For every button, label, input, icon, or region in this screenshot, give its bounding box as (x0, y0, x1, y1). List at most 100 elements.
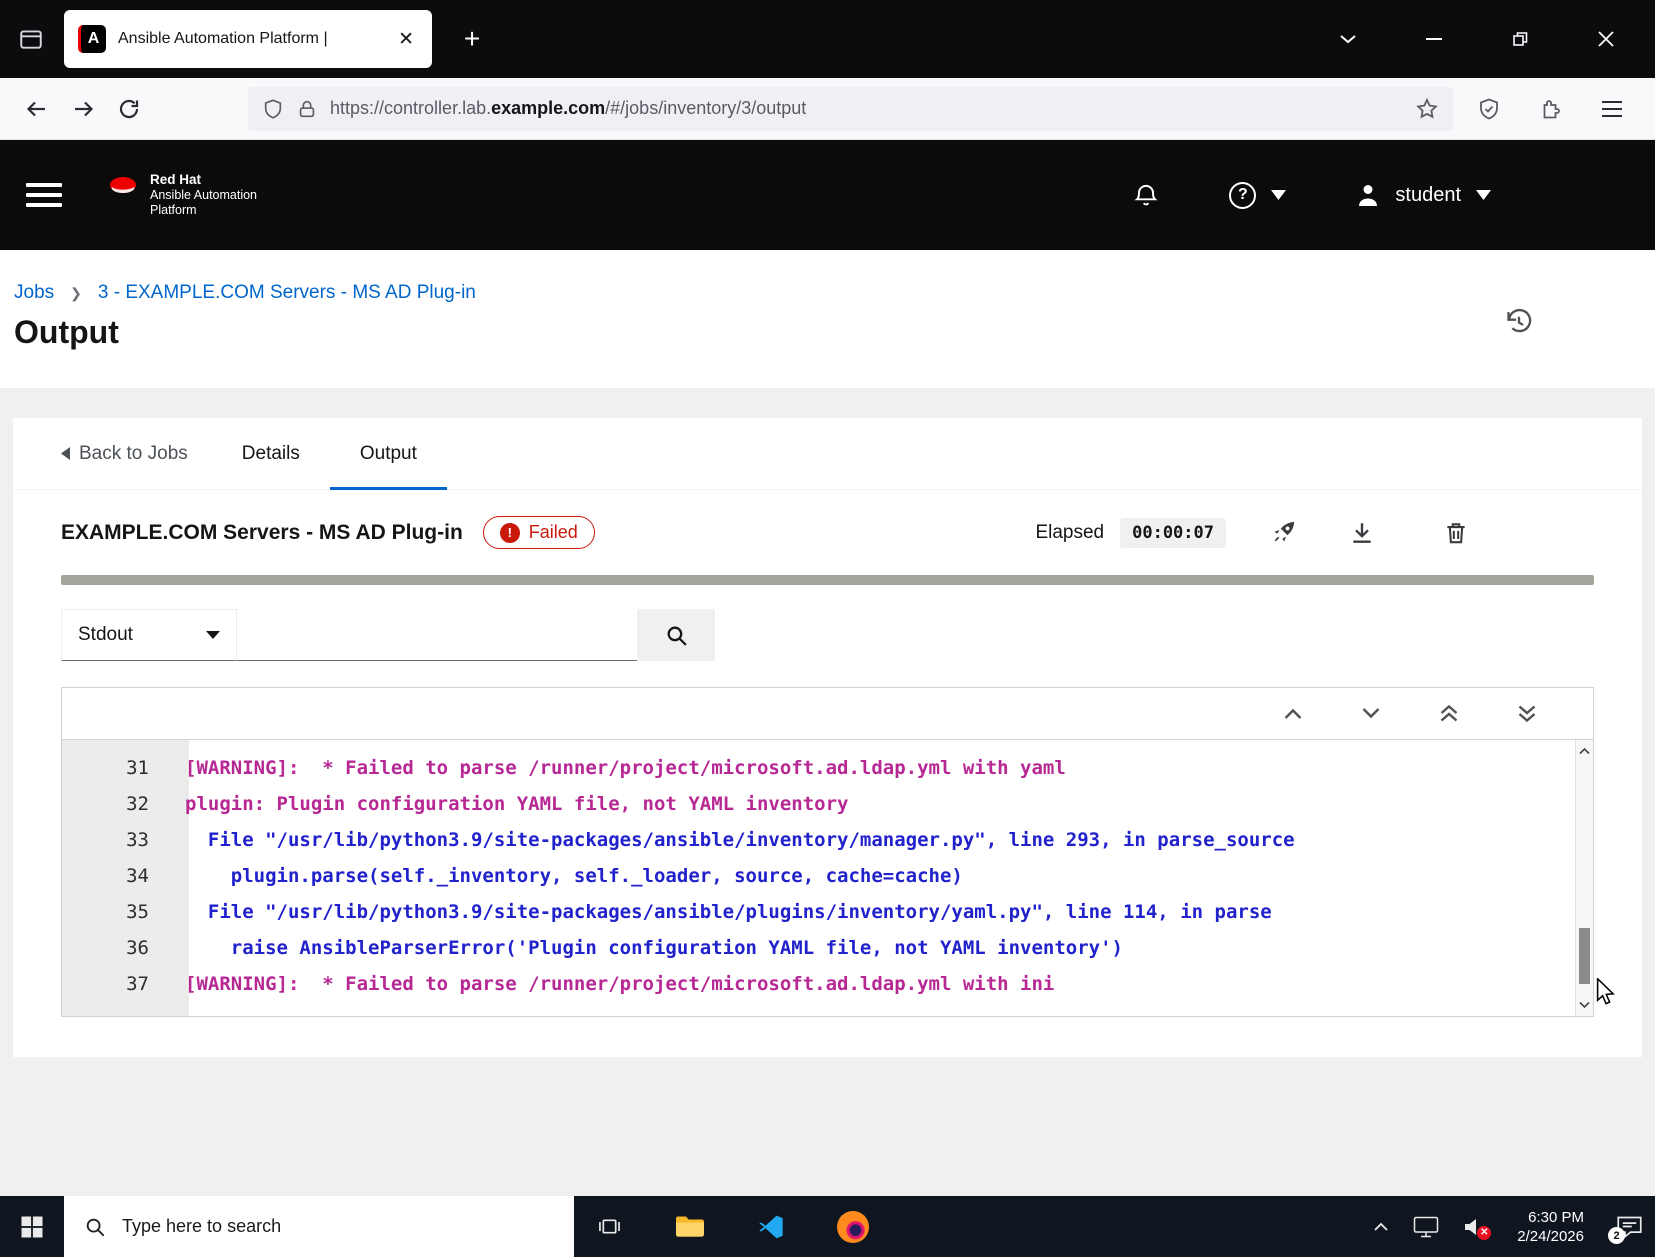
breadcrumb-separator-icon: ❯ (70, 284, 82, 301)
line-text: [WARNING]: * Failed to parse /runner/pro… (185, 973, 1055, 995)
page-title: Output (14, 314, 119, 350)
window-restore-button[interactable] (1503, 22, 1537, 56)
scroll-down-button[interactable] (1361, 707, 1381, 720)
delete-job-button[interactable] (1443, 520, 1469, 546)
history-icon (1505, 308, 1533, 336)
user-name: student (1395, 183, 1461, 206)
chevron-down-icon (1476, 190, 1491, 200)
scrollbar-down-arrow-icon[interactable] (1576, 996, 1593, 1014)
scroll-to-bottom-button[interactable] (1517, 704, 1537, 723)
taskbar-search-input[interactable] (122, 1216, 554, 1237)
help-menu[interactable]: ? (1229, 181, 1287, 209)
task-view-icon[interactable] (596, 1213, 623, 1240)
window-minimize-button[interactable] (1417, 22, 1451, 56)
back-triangle-icon (61, 447, 70, 460)
line-number: 31 (126, 757, 149, 779)
double-chevron-up-icon (1439, 704, 1459, 723)
elapsed-label: Elapsed (1035, 521, 1105, 543)
menu-hamburger-icon[interactable] (1601, 100, 1623, 118)
search-icon (664, 623, 689, 648)
nav-toggle-button[interactable] (26, 183, 62, 207)
breadcrumb-jobs-link[interactable]: Jobs (14, 282, 54, 304)
job-output-card: Back to Jobs Details Output EXAMPLE.COM … (13, 418, 1642, 1057)
tab-close-icon[interactable]: ✕ (394, 28, 418, 51)
brand-line1: Red Hat (150, 171, 202, 187)
download-output-button[interactable] (1349, 520, 1375, 546)
tab-output[interactable]: Output (329, 418, 447, 490)
line-number: 36 (126, 937, 149, 959)
browser-tab[interactable]: A Ansible Automation Platform | ✕ (64, 10, 432, 68)
restore-icon (1511, 30, 1529, 48)
history-button[interactable] (1505, 308, 1533, 336)
file-explorer-icon[interactable] (675, 1214, 705, 1239)
shield-icon[interactable] (262, 97, 284, 121)
window-close-button[interactable] (1589, 22, 1623, 56)
trash-icon (1443, 520, 1469, 546)
site-favicon-icon: A (78, 25, 106, 53)
bookmark-star-icon[interactable] (1415, 97, 1439, 121)
line-text: plugin.parse(self._inventory, self._load… (185, 865, 963, 887)
breadcrumb-job-link[interactable]: 3 - EXAMPLE.COM Servers - MS AD Plug-in (98, 282, 476, 304)
shield-check-icon[interactable] (1477, 97, 1501, 121)
network-icon[interactable] (1413, 1215, 1439, 1239)
job-progress-bar (61, 575, 1594, 585)
line-number: 33 (126, 829, 149, 851)
action-center-icon[interactable]: 2 (1608, 1214, 1643, 1244)
output-search-button[interactable] (637, 609, 715, 661)
scroll-to-top-button[interactable] (1439, 704, 1459, 723)
output-filter-select[interactable]: Stdout (61, 609, 237, 661)
taskbar-search[interactable] (64, 1196, 574, 1257)
user-menu[interactable]: student (1356, 182, 1491, 208)
volume-muted-icon[interactable]: ✕ (1463, 1217, 1492, 1240)
brand: Red Hat Ansible Automation Platform (106, 172, 257, 219)
output-log: 31 [WARNING]: * Failed to parse /runner/p… (62, 740, 1593, 1016)
url-bar[interactable]: https://controller.lab.example.com/#/job… (248, 86, 1453, 131)
user-icon (1356, 182, 1380, 208)
scrollbar-thumb[interactable] (1579, 928, 1590, 984)
output-panel: 31 [WARNING]: * Failed to parse /runner/p… (61, 687, 1594, 1017)
firefox-icon[interactable] (837, 1210, 869, 1243)
start-button[interactable] (0, 1196, 64, 1257)
tab-title: Ansible Automation Platform | (118, 30, 328, 47)
help-icon: ? (1229, 181, 1257, 209)
windows-taskbar: ✕ 6:30 PM 2/24/2026 2 (0, 1196, 1655, 1257)
output-lines: 31 [WARNING]: * Failed to parse /runner/p… (62, 750, 1573, 1002)
scroll-up-button[interactable] (1283, 707, 1303, 720)
redhat-logo-icon (106, 172, 140, 198)
tray-expand-chevron-icon[interactable] (1373, 1222, 1389, 1232)
firefox-view-button[interactable] (10, 18, 52, 60)
reload-icon (117, 97, 141, 121)
line-text: plugin: Plugin configuration YAML file, … (185, 793, 849, 815)
tab-back-to-jobs[interactable]: Back to Jobs (61, 418, 188, 489)
extensions-puzzle-icon[interactable] (1539, 97, 1563, 121)
chevron-down-icon (1361, 707, 1381, 720)
page-head: Jobs ❯ 3 - EXAMPLE.COM Servers - MS AD P… (0, 250, 1655, 388)
windows-logo-icon (20, 1215, 44, 1239)
line-text: File "/usr/lib/python3.9/site-packages/a… (185, 901, 1272, 923)
output-line: 37 [WARNING]: * Failed to parse /runner/p… (62, 966, 1573, 1002)
lock-icon[interactable] (296, 97, 318, 121)
output-scrollbar[interactable] (1575, 740, 1593, 1016)
status-badge: ! Failed (482, 516, 595, 549)
tab-details[interactable]: Details (212, 418, 330, 489)
filter-selected-label: Stdout (78, 624, 133, 645)
output-search-input[interactable] (237, 609, 637, 661)
list-tabs-button[interactable] (1331, 22, 1365, 56)
output-panel-toolbar (62, 688, 1593, 740)
back-button[interactable] (14, 87, 60, 131)
scrollbar-up-arrow-icon[interactable] (1576, 742, 1593, 760)
notification-count-badge: 2 (1608, 1227, 1625, 1244)
status-label: Failed (528, 522, 578, 542)
notifications-bell-icon[interactable] (1133, 181, 1159, 209)
taskbar-clock[interactable]: 6:30 PM 2/24/2026 (1517, 1208, 1584, 1246)
back-arrow-icon (25, 97, 49, 121)
output-line: 33 File "/usr/lib/python3.9/site-package… (62, 822, 1573, 858)
vscode-icon[interactable] (757, 1213, 785, 1241)
mute-badge-icon: ✕ (1477, 1225, 1492, 1240)
forward-button[interactable] (60, 87, 106, 131)
chevron-down-icon (1339, 33, 1357, 45)
output-controls: Stdout (61, 609, 1594, 661)
new-tab-button[interactable]: + (452, 19, 492, 59)
relaunch-button[interactable] (1270, 519, 1297, 546)
reload-button[interactable] (106, 87, 152, 131)
